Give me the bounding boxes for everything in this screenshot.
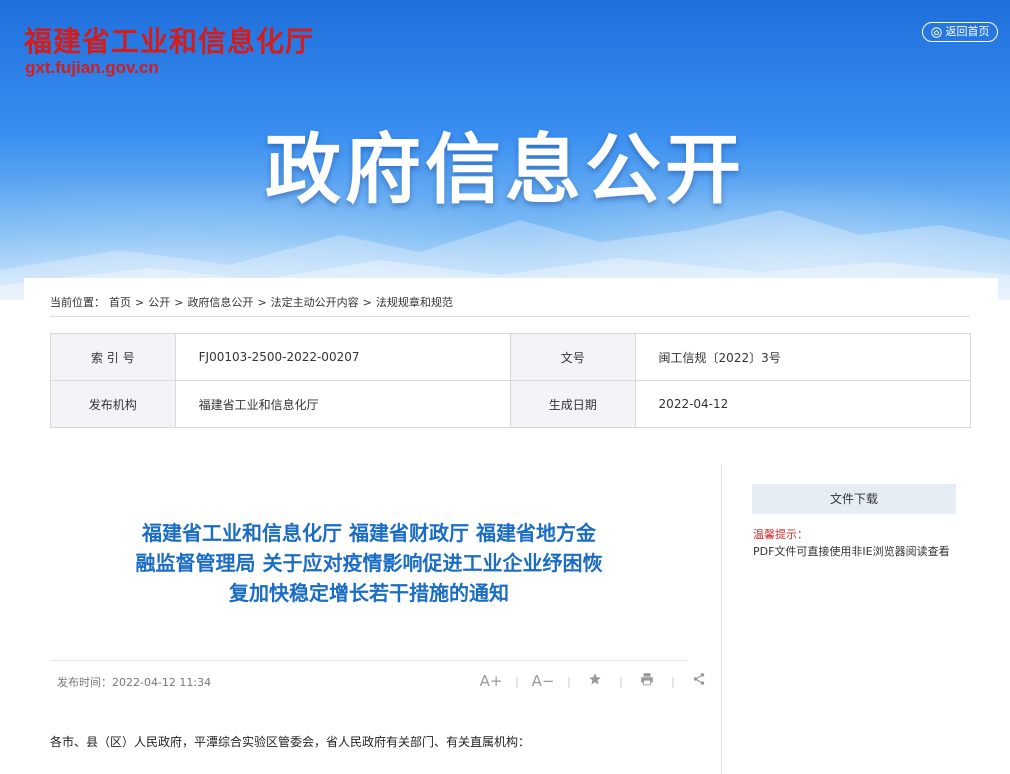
publisher-value: 福建省工业和信息化厅 <box>174 380 511 428</box>
article-title: 福建省工业和信息化厅 福建省财政厅 福建省地方金融监督管理局 关于应对疫情影响促… <box>135 521 603 605</box>
font-decrease-button[interactable]: A− <box>530 672 556 690</box>
breadcrumb-prefix: 当前位置： <box>50 296 105 309</box>
article-toolbar: A+ | A− | | | <box>478 672 712 690</box>
breadcrumb: 当前位置： 首页 > 公开 > 政府信息公开 > 法定主动公开内容 > 法规规章和规范 <box>50 294 457 310</box>
home-button-label: 返回首页 <box>945 25 990 38</box>
breadcrumb-item-gov-info[interactable]: 政府信息公开 <box>187 296 253 309</box>
breadcrumb-separator: > <box>362 296 372 309</box>
site-logo-domain[interactable]: gxt.fujian.gov.cn <box>25 58 159 78</box>
font-increase-button[interactable]: A+ <box>478 672 504 690</box>
star-icon <box>589 673 601 685</box>
toolbar-separator: | <box>515 674 519 688</box>
print-button[interactable] <box>634 672 660 690</box>
breadcrumb-separator: > <box>174 296 184 309</box>
breadcrumb-item-regulations[interactable]: 法规规章和规范 <box>376 296 453 309</box>
article-body-first-line: 各市、县（区）人民政府，平潭综合实验区管委会，省人民政府有关部门、有关直属机构： <box>50 735 531 749</box>
column-divider <box>721 464 722 774</box>
breadcrumb-separator: > <box>257 296 267 309</box>
favorite-button[interactable] <box>582 672 608 690</box>
site-logo-name[interactable]: 福建省工业和信息化厅 <box>24 20 314 60</box>
content-panel: 当前位置： 首页 > 公开 > 政府信息公开 > 法定主动公开内容 > 法规规章和规范 索 引 号… <box>24 278 998 774</box>
doc-number-value: 闽工信规〔2022〕3号 <box>634 333 972 381</box>
breadcrumb-item-public[interactable]: 公开 <box>148 296 170 309</box>
share-icon <box>693 673 705 685</box>
toolbar-separator: | <box>671 674 675 688</box>
index-number-value: FJ00103-2500-2022-00207 <box>174 333 511 381</box>
toolbar-separator: | <box>567 674 571 688</box>
home-button[interactable]: 返回首页 <box>922 22 998 42</box>
tip-label: 温馨提示： <box>753 528 808 541</box>
breadcrumb-divider <box>50 316 970 317</box>
breadcrumb-item-statutory[interactable]: 法定主动公开内容 <box>271 296 359 309</box>
print-icon <box>641 673 653 686</box>
banner-title: 政府信息公开 <box>265 125 745 214</box>
table-row: 索 引 号 FJ00103-2500-2022-00207 文号 闽工信规〔20… <box>50 333 972 381</box>
breadcrumb-item-home[interactable]: 首页 <box>109 296 131 309</box>
file-download-button[interactable]: 文件下载 <box>752 484 956 514</box>
article-title-divider <box>50 660 688 661</box>
header-banner: 福建省工业和信息化厅 gxt.fujian.gov.cn 返回首页 政府信息公开 <box>0 0 1010 300</box>
toolbar-separator: | <box>619 674 623 688</box>
index-number-label: 索 引 号 <box>50 333 176 381</box>
tip-text: PDF文件可直接使用非IE浏览器阅读查看 <box>753 545 950 558</box>
share-button[interactable] <box>686 672 712 690</box>
doc-number-label: 文号 <box>509 333 636 381</box>
created-date-label: 生成日期 <box>509 380 636 428</box>
table-row: 发布机构 福建省工业和信息化厅 生成日期 2022-04-12 <box>50 380 972 428</box>
breadcrumb-separator: > <box>135 296 145 309</box>
document-meta-table: 索 引 号 FJ00103-2500-2022-00207 文号 闽工信规〔20… <box>50 333 972 428</box>
home-icon <box>930 26 942 38</box>
publisher-label: 发布机构 <box>50 380 176 428</box>
publish-time: 发布时间：2022-04-12 11:34 <box>57 676 212 689</box>
created-date-value: 2022-04-12 <box>634 380 972 428</box>
